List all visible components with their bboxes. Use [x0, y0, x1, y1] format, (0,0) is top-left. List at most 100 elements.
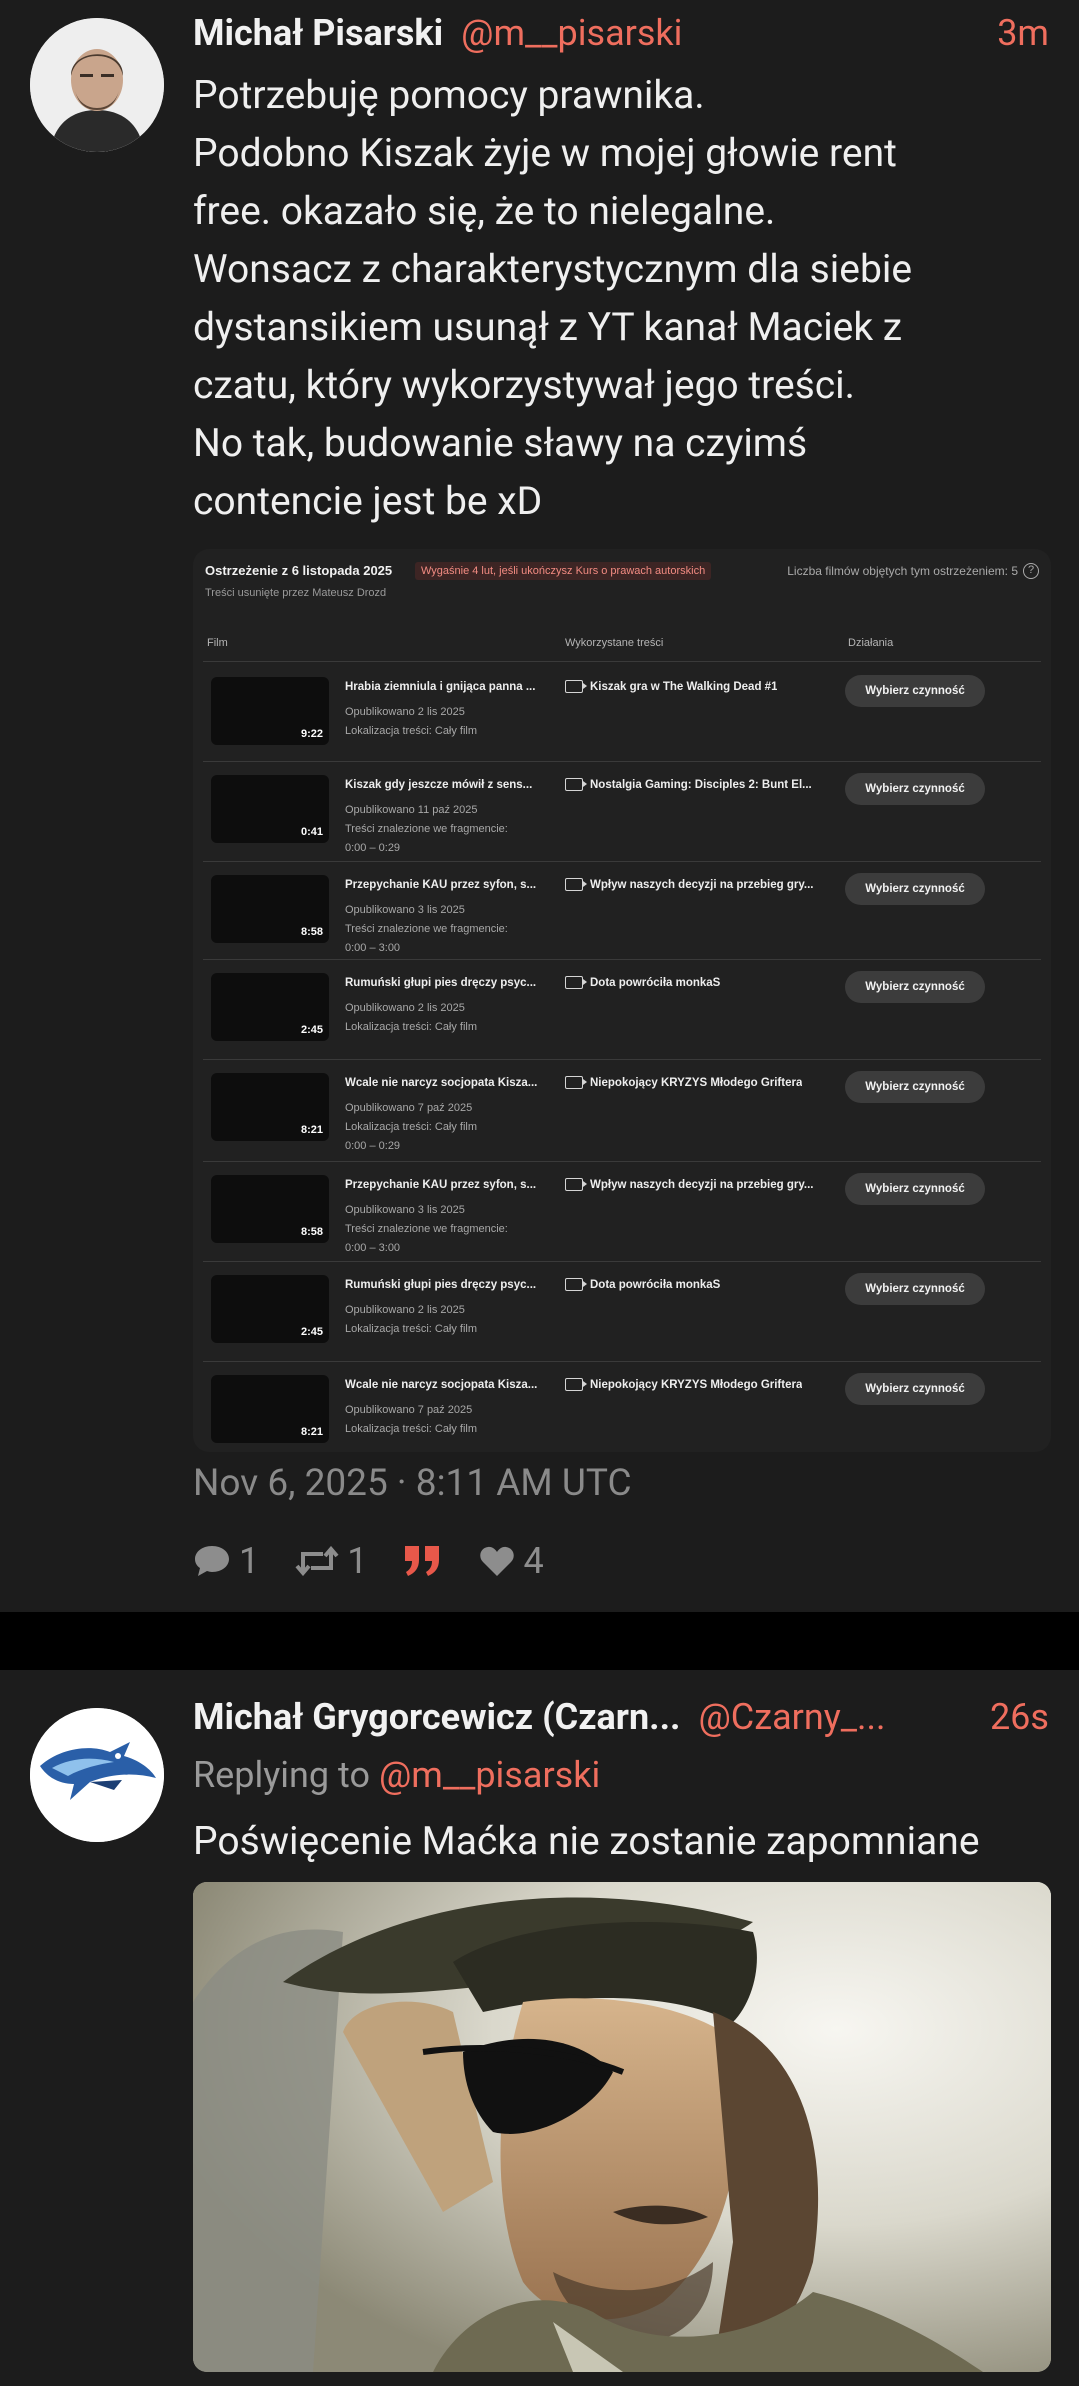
used-content-title: Niepokojący KRYZYS Młodego Griftera	[590, 1076, 803, 1089]
video-thumbnail[interactable]: 8:21	[211, 1375, 329, 1443]
video-title[interactable]: Hrabia ziemniula i gnijąca panna ...	[345, 681, 543, 693]
replying-handle[interactable]: @m__pisarski	[379, 1754, 600, 1796]
video-title[interactable]: Wcale nie narcyz socjopata Kisza...	[345, 1077, 543, 1089]
video-thumbnail[interactable]: 8:58	[211, 875, 329, 943]
used-content[interactable]: Wpływ naszych decyzji na przebieg gry...	[565, 1178, 813, 1191]
video-meta: Opublikowano 7 paź 2025 Lokalizacja treśc…	[345, 1099, 477, 1156]
video-icon	[565, 1076, 587, 1089]
table-row[interactable]: 9:22 Hrabia ziemniula i gnijąca panna ...…	[193, 667, 1051, 763]
used-content[interactable]: Niepokojący KRYZYS Młodego Griftera	[565, 1076, 802, 1089]
table-row[interactable]: 0:41 Kiszak gdy jeszcze mówił z sens... Op…	[193, 765, 1051, 862]
video-meta-line: Opublikowano 11 paź 2025	[345, 804, 478, 816]
used-content[interactable]: Niepokojący KRYZYS Młodego Griftera	[565, 1378, 802, 1391]
post-timestamp[interactable]: Nov 6, 2025 · 8:11 AM UTC	[193, 1462, 632, 1505]
choose-action-button[interactable]: Wybierz czynność	[845, 873, 985, 905]
video-thumbnail[interactable]: 8:58	[211, 1175, 329, 1243]
used-content-title: Dota powróciła monkaS	[590, 1278, 721, 1291]
table-row[interactable]: 8:58 Przepychanie KAU przez syfon, s... Op…	[193, 865, 1051, 961]
used-content[interactable]: Wpływ naszych decyzji na przebieg gry...	[565, 878, 813, 891]
video-thumbnail[interactable]: 2:45	[211, 1275, 329, 1343]
warning-title: Ostrzeżenie z 6 listopada 2025	[205, 563, 393, 578]
video-title[interactable]: Przepychanie KAU przez syfon, s...	[345, 879, 543, 891]
quote-button[interactable]	[403, 1544, 443, 1578]
video-title[interactable]: Wcale nie narcyz socjopata Kisza...	[345, 1379, 543, 1391]
author-avatar[interactable]	[30, 18, 164, 152]
video-meta-line: Lokalizacja treści: Cały film	[345, 1423, 478, 1435]
author-avatar[interactable]	[30, 1708, 164, 1842]
post-text-line: Poświęcenie Maćka nie zostanie zapomnian…	[193, 1818, 980, 1864]
post-text-line: contencie jest be xD	[193, 478, 543, 524]
avatar-logo	[30, 1708, 164, 1842]
post-actions: 1 1 4	[193, 1536, 580, 1586]
video-thumbnail[interactable]: 0:41	[211, 775, 329, 843]
video-icon	[565, 976, 587, 989]
table-row[interactable]: 8:58 Przepychanie KAU przez syfon, s... Op…	[193, 1165, 1051, 1262]
post-text: Poświęcenie Maćka nie zostanie zapomnian…	[193, 1816, 1055, 1866]
used-content[interactable]: Nostalgia Gaming: Disciples 2: Bunt El..…	[565, 778, 812, 791]
like-button[interactable]: 4	[479, 1540, 544, 1582]
choose-action-button[interactable]: Wybierz czynność	[845, 1273, 985, 1305]
post-header: Michał Pisarski @m__pisarski 3m	[193, 8, 1049, 58]
video-meta: Opublikowano 7 paź 2025 Lokalizacja treśc…	[345, 1401, 477, 1439]
used-content-title: Dota powróciła monkaS	[590, 976, 721, 989]
video-thumbnail[interactable]: 8:21	[211, 1073, 329, 1141]
heart-icon	[480, 1546, 515, 1576]
post-text-line: No tak, budowanie sławy na czyimś	[193, 420, 808, 466]
choose-action-button[interactable]: Wybierz czynność	[845, 1071, 985, 1103]
divider	[203, 1161, 1041, 1162]
video-icon	[565, 1278, 587, 1291]
retweet-icon	[295, 1546, 339, 1576]
used-content[interactable]: Kiszak gra w The Walking Dead #1	[565, 680, 777, 693]
author-name[interactable]: Michał Grygorcewicz (Czarn...	[193, 1696, 680, 1738]
video-title[interactable]: Kiszak gdy jeszcze mówił z sens...	[345, 779, 543, 791]
video-thumbnail[interactable]: 2:45	[211, 973, 329, 1041]
choose-action-button[interactable]: Wybierz czynność	[845, 971, 985, 1003]
attached-image[interactable]: Ostrzeżenie z 6 listopada 2025 Wygaśnie …	[193, 549, 1051, 1452]
table-row[interactable]: 8:21 Wcale nie narcyz socjopata Kisza... O…	[193, 1063, 1051, 1162]
post-time[interactable]: 26s	[990, 1696, 1049, 1738]
author-handle[interactable]: @m__pisarski	[461, 12, 682, 54]
video-title[interactable]: Przepychanie KAU przez syfon, s...	[345, 1179, 543, 1191]
post-text-line: Potrzebuję pomocy prawnika.	[193, 72, 705, 118]
divider	[203, 1261, 1041, 1262]
post-text-line: czatu, który wykorzystywał jego treści.	[193, 362, 855, 408]
choose-action-button[interactable]: Wybierz czynność	[845, 773, 985, 805]
video-icon	[565, 878, 587, 891]
divider	[203, 761, 1041, 762]
repost-button[interactable]: 1	[295, 1540, 367, 1582]
quote-icon	[405, 1546, 440, 1576]
choose-action-button[interactable]: Wybierz czynność	[845, 1373, 985, 1405]
video-meta-line: Opublikowano 3 lis 2025	[345, 1204, 465, 1216]
video-meta-line: Opublikowano 7 paź 2025	[345, 1102, 473, 1114]
video-title[interactable]: Rumuński głupi pies dręczy psyc...	[345, 977, 543, 989]
column-header-used: Wykorzystane treści	[565, 637, 664, 649]
table-row[interactable]: 2:45 Rumuński głupi pies dręczy psyc... Op…	[193, 1265, 1051, 1362]
video-meta: Opublikowano 2 lis 2025 Lokalizacja treśc…	[345, 999, 477, 1037]
video-thumbnail[interactable]: 9:22	[211, 677, 329, 745]
reply-button[interactable]: 1	[193, 1540, 259, 1582]
video-icon	[565, 1378, 587, 1391]
choose-action-button[interactable]: Wybierz czynność	[845, 675, 985, 707]
video-title[interactable]: Rumuński głupi pies dręczy psyc...	[345, 1279, 543, 1291]
video-icon	[565, 680, 587, 693]
used-content-title: Niepokojący KRYZYS Młodego Griftera	[590, 1378, 803, 1391]
column-header-actions: Działania	[848, 637, 894, 649]
video-meta-line: Lokalizacja treści: Cały film	[345, 1021, 478, 1033]
author-handle[interactable]: @Czarny_...	[698, 1696, 885, 1738]
video-meta: Opublikowano 3 lis 2025 Treści znalezione…	[345, 1201, 508, 1258]
attached-image[interactable]	[193, 1882, 1051, 2372]
video-meta-line: Treści znalezione we fragmencie:	[345, 923, 508, 935]
choose-action-button[interactable]: Wybierz czynność	[845, 1173, 985, 1205]
divider	[203, 661, 1041, 662]
used-content[interactable]: Dota powróciła monkaS	[565, 1278, 720, 1291]
author-name[interactable]: Michał Pisarski	[193, 12, 443, 54]
video-duration: 2:45	[300, 1024, 323, 1036]
post-time[interactable]: 3m	[997, 12, 1049, 54]
used-content[interactable]: Dota powróciła monkaS	[565, 976, 720, 989]
table-row[interactable]: 2:45 Rumuński głupi pies dręczy psyc... Op…	[193, 963, 1051, 1060]
video-meta-line: Treści znalezione we fragmencie:	[345, 1223, 508, 1235]
table-row[interactable]: 8:21 Wcale nie narcyz socjopata Kisza... O…	[193, 1365, 1051, 1452]
used-content-title: Kiszak gra w The Walking Dead #1	[590, 680, 778, 693]
video-meta-line: Lokalizacja treści: Cały film	[345, 1121, 478, 1133]
video-meta-line: 0:00 – 0:29	[345, 842, 401, 854]
